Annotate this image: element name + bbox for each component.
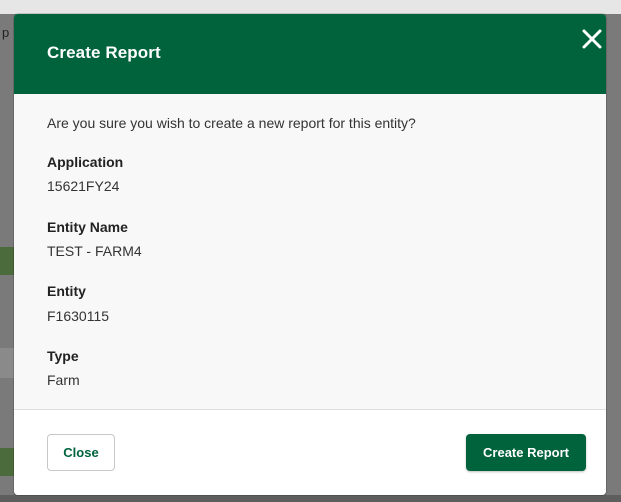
backdrop-right [606, 14, 621, 502]
backdrop-gray-element [0, 348, 14, 378]
dialog-header: Create Report [14, 14, 606, 94]
type-label: Type [47, 348, 79, 364]
backdrop-partial-text: p [2, 25, 10, 40]
close-icon-glyph [582, 29, 602, 49]
close-button[interactable]: Close [47, 434, 115, 471]
application-value: 15621FY24 [47, 178, 120, 194]
dialog-body: Are you sure you wish to create a new re… [14, 94, 606, 409]
backdrop-top [0, 0, 621, 14]
backdrop-bottom [0, 495, 621, 502]
create-report-dialog: Create Report Are you sure you wish to c… [14, 14, 606, 495]
create-report-button[interactable]: Create Report [466, 434, 586, 471]
entity-name-label: Entity Name [47, 219, 128, 235]
entity-name-value: TEST - FARM4 [47, 243, 142, 259]
confirmation-question: Are you sure you wish to create a new re… [47, 115, 416, 131]
type-value: Farm [47, 372, 80, 388]
dialog-footer: Close Create Report [14, 410, 606, 495]
dialog-title: Create Report [47, 43, 161, 62]
close-icon[interactable] [580, 27, 604, 51]
entity-label: Entity [47, 283, 86, 299]
application-label: Application [47, 154, 124, 170]
backdrop-green-button [0, 448, 14, 476]
entity-value: F1630115 [47, 308, 110, 324]
backdrop-green-button [0, 247, 14, 275]
